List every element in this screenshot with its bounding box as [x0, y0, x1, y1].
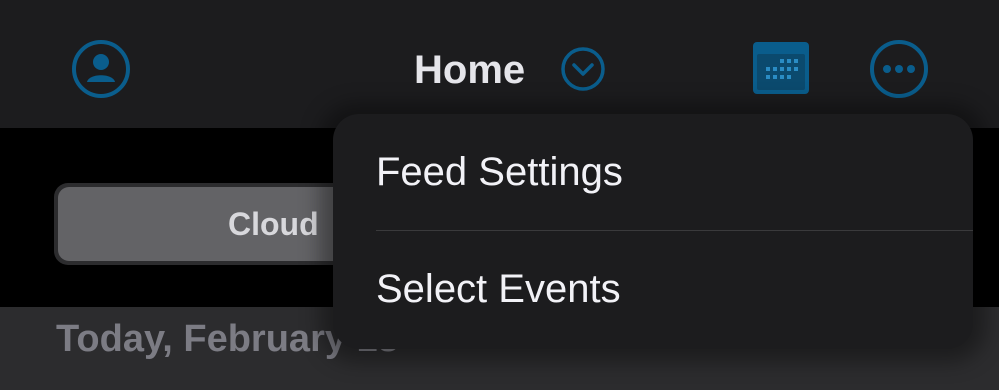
menu-item-feed-settings[interactable]: Feed Settings [333, 114, 973, 230]
dropdown-menu: Feed Settings Select Events [333, 114, 973, 349]
profile-icon [70, 38, 132, 105]
calendar-button[interactable] [752, 40, 810, 101]
app-screen: Home Cloud Today, February 13 Feed Setti… [0, 0, 999, 390]
title-dropdown-button[interactable] [560, 46, 606, 97]
segment-label: Cloud [228, 205, 319, 242]
profile-button[interactable] [70, 38, 132, 105]
chevron-down-circle-icon [560, 46, 606, 97]
calendar-icon [752, 40, 810, 101]
ellipsis-circle-icon [868, 38, 930, 105]
more-button[interactable] [868, 38, 930, 105]
page-title[interactable]: Home [414, 44, 525, 96]
menu-item-select-events[interactable]: Select Events [333, 231, 973, 347]
menu-item-label: Feed Settings [376, 149, 623, 194]
menu-item-label: Select Events [376, 266, 621, 311]
